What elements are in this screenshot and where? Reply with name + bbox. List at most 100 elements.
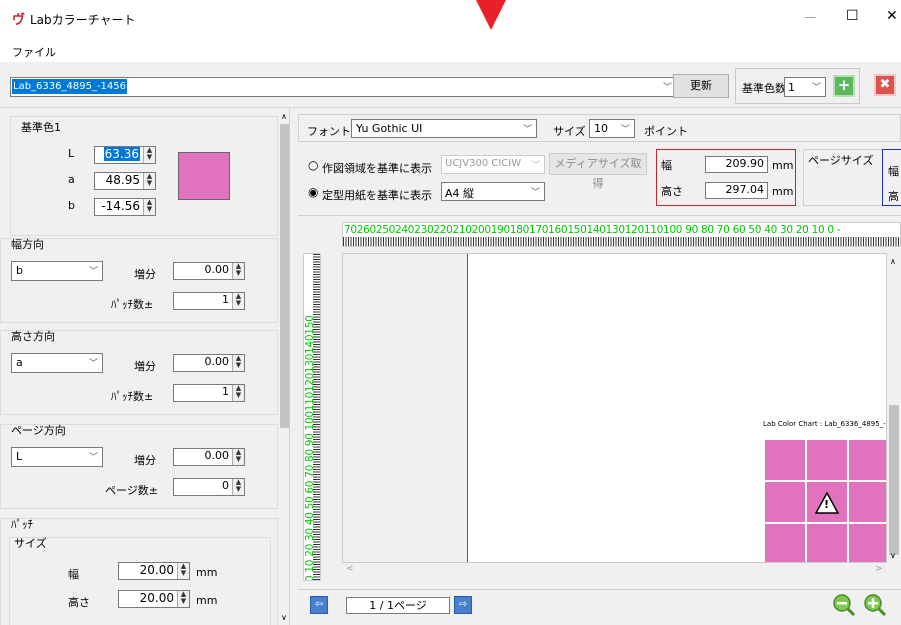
page-step-label: 増分 [134,454,156,467]
stepper-icon[interactable]: ▲ ▼ [232,385,244,401]
ref-count-select[interactable]: 1 ﹀ [784,77,826,97]
width-count-input[interactable]: 1 ▲ ▼ [173,292,245,310]
next-page-button[interactable]: ⇨ [454,596,472,614]
left-scrollbar[interactable]: ∧ ∨ [279,108,289,625]
left-panel: 基準色1 L 63.36 ▲ ▼ a 48.95 ▲ ▼ b -14.56 ▲ ▼ 幅方向 … [0,108,290,625]
chevron-down-icon: ﹀ [811,83,821,93]
page-nav: ⇦ 1 / 1ページ ⇨ [298,589,901,625]
scroll-down-icon[interactable]: ∨ [281,613,287,622]
size-select[interactable]: 10 ﹀ [589,119,635,138]
device-select[interactable]: UCJV300 CICIW ﹀ [441,155,545,174]
ruler-labels: 7026025024023022021020019018017016015014… [344,224,841,236]
stepper-icon[interactable]: ▲ ▼ [143,173,155,189]
scroll-down-icon[interactable]: ∨ [890,551,896,560]
scroll-up-icon[interactable]: ∧ [281,112,287,121]
preview-canvas[interactable]: Lab Color Chart : Lab_6336_4895_-1456 ! [342,253,887,563]
device-value: UCJV300 CICIW [445,158,522,169]
stepper-icon[interactable]: ▲ ▼ [143,199,155,215]
patch-w-value: 20.00 [139,563,174,577]
font-select[interactable]: Yu Gothic UI ﹀ [351,119,537,138]
size-w-input[interactable]: 209.90 [705,156,768,173]
height-axis-value: a [16,356,23,369]
chevron-down-icon: ﹀ [662,83,672,93]
ref-color-group: 基準色1 L 63.36 ▲ ▼ a 48.95 ▲ ▼ b -14.56 ▲ ▼ [10,116,278,236]
ref-color-swatch [178,152,230,200]
scroll-thumb[interactable] [889,405,899,555]
zoom-out-icon[interactable] [832,593,856,617]
patch-h-label: 高さ [68,596,90,609]
app-icon: ヴ [12,13,26,28]
refresh-button[interactable]: 更新 [673,74,729,98]
chart-name-combo[interactable]: Lab_6336_4895_-1456 ﹀ [10,77,677,97]
patch [807,524,847,562]
chevron-down-icon: ﹀ [88,359,98,369]
stepper-icon[interactable]: ▲ ▼ [143,147,155,163]
stepper-icon[interactable]: ▲ ▼ [232,355,244,371]
page-axis-select[interactable]: L ﹀ [11,447,103,467]
page-direction-group: ページ方向 L ﹀ 増分 0.00 ▲ ▼ ページ数± 0 ▲ ▼ [0,424,278,509]
page-count-label: ページ数± [105,484,158,497]
chevron-down-icon: ﹀ [530,188,540,198]
patch-group: ﾊﾟｯﾁ サイズ 幅 20.00▲▼ mm 高さ 20.00▲▼ mm 間隔 [0,518,278,625]
height-direction-group: 高さ方向 a ﹀ 増分 0.00 ▲ ▼ ﾊﾟｯﾁ数± 1 ▲ ▼ [0,330,278,415]
page-count-input[interactable]: 0 ▲ ▼ [173,478,245,496]
width-count-value: 1 [222,293,229,306]
toolbar: Lab_6336_4895_-1456 ﹀ 更新 基準色数 1 ﹀ + ✖ [0,62,901,108]
paper-select[interactable]: A4 縦 ﹀ [441,182,545,201]
menu-bar: ファイル [0,40,901,62]
stepper-icon[interactable]: ▲ ▼ [232,263,244,279]
height-step-label: 増分 [134,360,156,373]
a-input[interactable]: 48.95 ▲ ▼ [94,172,156,190]
stepper-icon[interactable]: ▲ ▼ [232,293,244,309]
media-size-button[interactable]: メディアサイズ取得 [549,153,647,190]
scroll-thumb[interactable] [280,124,289,428]
stepper-icon[interactable]: ▲ ▼ [177,563,189,579]
height-direction-title: 高さ方向 [11,330,55,343]
point-label: ポイント [644,125,688,138]
add-ref-button[interactable]: + [833,75,855,97]
page-size-h-label: 高さ [888,190,901,203]
size-h-input[interactable]: 297.04 [705,182,768,199]
height-step-input[interactable]: 0.00 ▲ ▼ [173,354,245,372]
prev-page-button[interactable]: ⇦ [310,596,328,614]
width-step-value: 0.00 [204,263,230,276]
menu-file[interactable]: ファイル [12,44,56,60]
size-label: サイズ [553,125,586,138]
title-bar: ヴ Labカラーチャート — ☐ ✕ [0,0,901,40]
stepper-icon[interactable]: ▲ ▼ [232,479,244,495]
L-input[interactable]: 63.36 ▲ ▼ [94,146,156,164]
chart-caption: Lab Color Chart : Lab_6336_4895_-1456 [763,420,886,428]
page-step-input[interactable]: 0.00 ▲ ▼ [173,448,245,466]
patch-w-input[interactable]: 20.00 ▲ ▼ [118,562,190,580]
delete-ref-button[interactable]: ✖ [874,74,896,96]
height-step-value: 0.00 [204,355,230,368]
vertical-ruler: 0 10 20 30 40 50 60 70 80 90 10011012013… [303,253,321,581]
width-step-input[interactable]: 0.00 ▲ ▼ [173,262,245,280]
scroll-up-icon[interactable]: ∧ [890,257,896,266]
size-value: 10 [594,122,608,135]
maximize-button[interactable]: ☐ [846,8,859,24]
close-button[interactable]: ✕ [886,8,898,24]
scroll-right-icon[interactable]: > [875,564,883,574]
b-input[interactable]: -14.56 ▲ ▼ [94,198,156,216]
minimize-button[interactable]: — [804,10,816,24]
canvas-vscrollbar[interactable]: ∧ ∨ [887,253,901,563]
width-axis-select[interactable]: b ﹀ [11,261,103,281]
chevron-down-icon: ﹀ [530,161,540,171]
scroll-left-icon[interactable]: < [346,564,354,574]
vruler-ticks [313,254,320,580]
size-w-value: 209.90 [725,157,765,170]
patch-h-input[interactable]: 20.00 ▲ ▼ [118,590,190,608]
zoom-in-icon[interactable] [863,593,887,617]
chart-name-value: Lab_6336_4895_-1456 [12,79,128,94]
stepper-icon[interactable]: ▲ ▼ [232,449,244,465]
radio-drawing-area[interactable]: ○ [308,158,318,172]
height-count-input[interactable]: 1 ▲ ▼ [173,384,245,402]
canvas-hscrollbar[interactable]: < > [342,563,887,577]
stepper-icon[interactable]: ▲ ▼ [177,591,189,607]
radio-standard-paper[interactable]: ◉ [308,185,318,199]
height-axis-select[interactable]: a ﹀ [11,353,103,373]
window-title: Labカラーチャート [30,13,136,27]
size-box: 幅 209.90 mm 高さ 297.04 mm [656,149,796,206]
patch [849,440,886,480]
